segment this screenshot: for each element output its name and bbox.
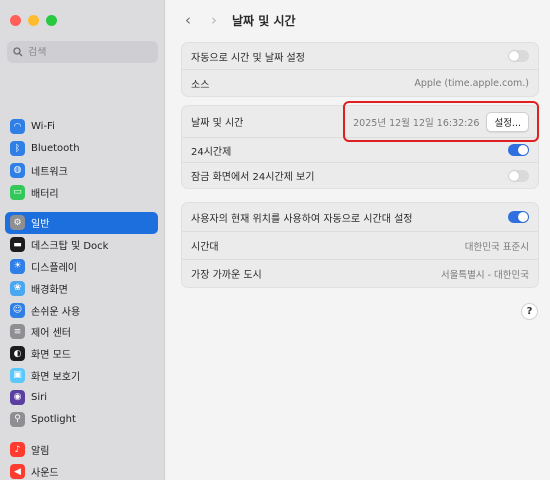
- wifi-icon: ◠: [10, 119, 25, 135]
- highlight-box: [343, 101, 539, 142]
- bluetooth-icon: ᛒ: [10, 141, 25, 157]
- location-timezone-toggle[interactable]: [508, 211, 529, 223]
- page-title: 날짜 및 시간: [232, 14, 296, 28]
- sidebar-item-label: Bluetooth: [31, 143, 80, 155]
- minimize-window-button[interactable]: [28, 15, 39, 26]
- sidebar-item-label: Siri: [31, 391, 48, 403]
- sidebar-item-label: 데스크탑 및 Dock: [31, 241, 109, 253]
- timezone-row: 시간대 대한민국 표준시: [182, 231, 538, 259]
- help-button[interactable]: ?: [521, 303, 538, 320]
- closest-city-label: 가장 가까운 도시: [191, 270, 262, 281]
- sidebar-item-label: 배경화면: [31, 284, 68, 296]
- globe-icon: ◍: [10, 162, 25, 178]
- auto-time-label: 자동으로 시간 및 날짜 설정: [191, 52, 305, 64]
- sidebar-item[interactable]: ♪ 알림: [5, 439, 158, 461]
- auto-time-row: 자동으로 시간 및 날짜 설정: [182, 43, 538, 69]
- accessibility-icon: ☺: [10, 302, 25, 318]
- sidebar-item[interactable]: ▣ 화면 보호기: [5, 365, 158, 387]
- magnifier-icon: ⚲: [10, 411, 25, 427]
- sidebar-item-label: 네트워크: [31, 166, 68, 178]
- wallpaper-icon: ❀: [10, 280, 25, 296]
- lockscreen-24hour-toggle[interactable]: [508, 169, 529, 182]
- siri-icon: ◉: [10, 389, 25, 405]
- sidebar-item[interactable]: ◠ Wi-Fi: [5, 116, 158, 138]
- sun-icon: ☀: [10, 258, 25, 274]
- sidebar-item[interactable]: ⚲ Spotlight: [5, 408, 158, 430]
- timezone-value: 대한민국 표준시: [464, 241, 529, 253]
- sidebar-group-network: ◠ Wi-Fi ᛒ Bluetooth ◍ 네트워크 ▭ 배터리: [5, 116, 158, 203]
- source-label: 소스: [191, 79, 210, 91]
- gear-icon: ⚙: [10, 215, 25, 231]
- sidebar-item-label: 알림: [31, 446, 50, 458]
- sidebar-item[interactable]: ⚙ 일반: [5, 212, 158, 234]
- zoom-window-button[interactable]: [46, 15, 57, 26]
- sidebar-item-label: Wi-Fi: [31, 121, 55, 133]
- sidebar-item[interactable]: ◉ Siri: [5, 386, 158, 408]
- lockscreen-24hour-row: 잠금 화면에서 24시간제 보기: [182, 162, 538, 188]
- appearance-icon: ◐: [10, 346, 25, 362]
- sidebar-item-label: 배터리: [31, 188, 59, 200]
- bell-icon: ♪: [10, 442, 25, 458]
- sidebar-item-label: 화면 모드: [31, 350, 71, 362]
- battery-icon: ▭: [10, 184, 25, 200]
- sidebar-item[interactable]: ◀ 사운드: [5, 461, 158, 480]
- sidebar-item[interactable]: ◐ 화면 모드: [5, 343, 158, 365]
- sidebar-item[interactable]: ◍ 네트워크: [5, 160, 158, 182]
- location-timezone-row: 사용자의 현재 위치를 사용하여 자동으로 시간대 설정: [182, 203, 538, 231]
- source-value: Apple (time.apple.com.): [414, 77, 529, 89]
- search-icon: [13, 47, 23, 57]
- forward-button[interactable]: ›: [205, 11, 223, 29]
- sidebar-group-system: ⚙ 일반 ▬ 데스크탑 및 Dock ☀ 디스플레이 ❀ 배경화면 ☺ 손쉬운 사용 ≡ 제어 센터 ◐…: [5, 212, 158, 430]
- window-controls: [10, 15, 57, 26]
- main-pane: ‹ › 날짜 및 시간 자동으로 시간 및 날짜 설정 소스 Apple (ti…: [166, 0, 550, 480]
- auto-time-group: 자동으로 시간 및 날짜 설정 소스 Apple (time.apple.com…: [181, 42, 539, 97]
- timezone-group: 사용자의 현재 위치를 사용하여 자동으로 시간대 설정 시간대 대한민국 표준…: [181, 202, 539, 288]
- sidebar-item-label: 사운드: [31, 468, 59, 480]
- sidebar: ◠ Wi-Fi ᛒ Bluetooth ◍ 네트워크 ▭ 배터리 ⚙ 일반 ▬ 데스크탑 및 Doc…: [0, 0, 165, 480]
- sidebar-item[interactable]: ▭ 배터리: [5, 181, 158, 203]
- speaker-icon: ◀: [10, 464, 25, 480]
- sidebar-item-label: 일반: [31, 219, 50, 231]
- location-timezone-label: 사용자의 현재 위치를 사용하여 자동으로 시간대 설정: [191, 213, 413, 225]
- control-center-icon: ≡: [10, 324, 25, 340]
- sidebar-item-label: 손쉬운 사용: [31, 306, 81, 318]
- sidebar-item[interactable]: ᛒ Bluetooth: [5, 138, 158, 160]
- sidebar-item-label: 화면 보호기: [31, 371, 81, 383]
- close-window-button[interactable]: [10, 15, 21, 26]
- closest-city-row: 가장 가까운 도시 서울특별시 - 대한민국: [182, 259, 538, 287]
- sidebar-item[interactable]: ≡ 제어 센터: [5, 321, 158, 343]
- sidebar-item-label: Spotlight: [31, 413, 76, 425]
- auto-time-toggle[interactable]: [508, 50, 529, 62]
- datetime-label: 날짜 및 시간: [191, 118, 244, 129]
- timezone-label: 시간대: [191, 242, 219, 253]
- closest-city-value: 서울특별시 - 대한민국: [440, 269, 529, 281]
- sidebar-item-label: 제어 센터: [31, 328, 71, 340]
- source-row: 소스 Apple (time.apple.com.): [182, 69, 538, 96]
- lockscreen-24hour-label: 잠금 화면에서 24시간제 보기: [191, 172, 315, 183]
- sidebar-item[interactable]: ☀ 디스플레이: [5, 256, 158, 278]
- dock-icon: ▬: [10, 237, 25, 253]
- back-button[interactable]: ‹: [179, 11, 197, 29]
- sidebar-item-label: 디스플레이: [31, 262, 77, 274]
- 24hour-label: 24시간제: [191, 146, 232, 158]
- sidebar-group-notifications: ♪ 알림 ◀ 사운드: [5, 439, 158, 480]
- search-field[interactable]: [7, 41, 158, 63]
- sidebar-item[interactable]: ▬ 데스크탑 및 Dock: [5, 234, 158, 256]
- 24hour-toggle[interactable]: [508, 144, 529, 156]
- sidebar-item[interactable]: ❀ 배경화면: [5, 277, 158, 299]
- search-input[interactable]: [28, 46, 148, 58]
- sidebar-item[interactable]: ☺ 손쉬운 사용: [5, 299, 158, 321]
- screensaver-icon: ▣: [10, 367, 25, 383]
